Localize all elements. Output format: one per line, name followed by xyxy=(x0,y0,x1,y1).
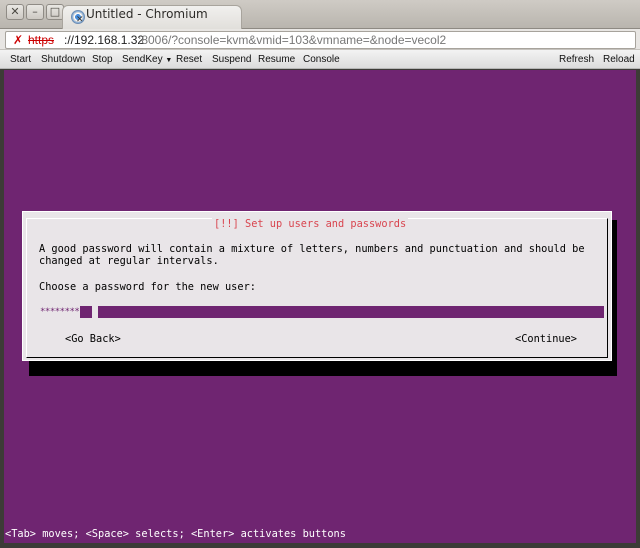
window-title: Untitled - Chromium xyxy=(86,7,208,21)
close-icon: ✕ xyxy=(10,5,20,18)
start-button[interactable]: Start xyxy=(10,53,31,66)
broken-lock-icon[interactable]: ✗ xyxy=(11,33,25,47)
console-toolbar: Start Shutdown Stop SendKey ▼ Reset Susp… xyxy=(0,50,640,69)
address-bar: ✗ https ://192.168.1.32 :8006/?console=k… xyxy=(0,29,640,50)
console-button[interactable]: Console xyxy=(303,53,340,66)
url-path: :8006/?console=kvm&vmid=103&vmname=&node… xyxy=(138,33,447,47)
sendkey-menu-button[interactable]: SendKey ▼ xyxy=(122,53,172,67)
password-prompt: Choose a password for the new user: xyxy=(39,281,256,293)
dropdown-arrow-icon: ▼ xyxy=(165,57,173,64)
window-titlebar: ✕ – □ ✕ Untitled - Chromium xyxy=(0,0,640,29)
refresh-button[interactable]: Refresh xyxy=(559,53,594,66)
reload-button[interactable]: Reload xyxy=(603,53,635,66)
go-back-button[interactable]: <Go Back> xyxy=(65,333,121,345)
dialog-text-line-1: A good password will contain a mixture o… xyxy=(39,243,585,255)
dialog-title: [!!] Set up users and passwords xyxy=(212,218,409,231)
password-mask: ******** xyxy=(39,306,81,318)
password-input[interactable]: ******** xyxy=(39,306,604,318)
url-input[interactable]: ✗ https ://192.168.1.32 :8006/?console=k… xyxy=(5,31,636,49)
installer-help-line: <Tab> moves; <Space> selects; <Enter> ac… xyxy=(5,528,346,540)
password-dialog: [!!] Set up users and passwords A good p… xyxy=(22,211,612,361)
vm-console-screen[interactable]: [!!] Set up users and passwords A good p… xyxy=(4,70,636,543)
minimize-window-button[interactable]: – xyxy=(26,4,44,20)
reset-button[interactable]: Reset xyxy=(176,53,202,66)
suspend-button[interactable]: Suspend xyxy=(212,53,251,66)
resume-button[interactable]: Resume xyxy=(258,53,295,66)
continue-button[interactable]: <Continue> xyxy=(515,333,577,345)
minimize-icon: – xyxy=(32,5,38,18)
url-host: ://192.168.1.32 xyxy=(64,33,145,47)
url-scheme: https xyxy=(28,33,55,47)
shutdown-button[interactable]: Shutdown xyxy=(41,53,85,66)
sendkey-label: SendKey xyxy=(122,54,163,65)
close-window-button[interactable]: ✕ xyxy=(6,4,24,20)
tab-close-icon[interactable]: ✕ xyxy=(76,15,84,25)
dialog-frame: [!!] Set up users and passwords A good p… xyxy=(26,218,608,358)
dialog-text-line-2: changed at regular intervals. xyxy=(39,255,219,267)
text-cursor xyxy=(92,306,98,318)
stop-button[interactable]: Stop xyxy=(92,53,113,66)
maximize-icon: □ xyxy=(49,5,61,18)
